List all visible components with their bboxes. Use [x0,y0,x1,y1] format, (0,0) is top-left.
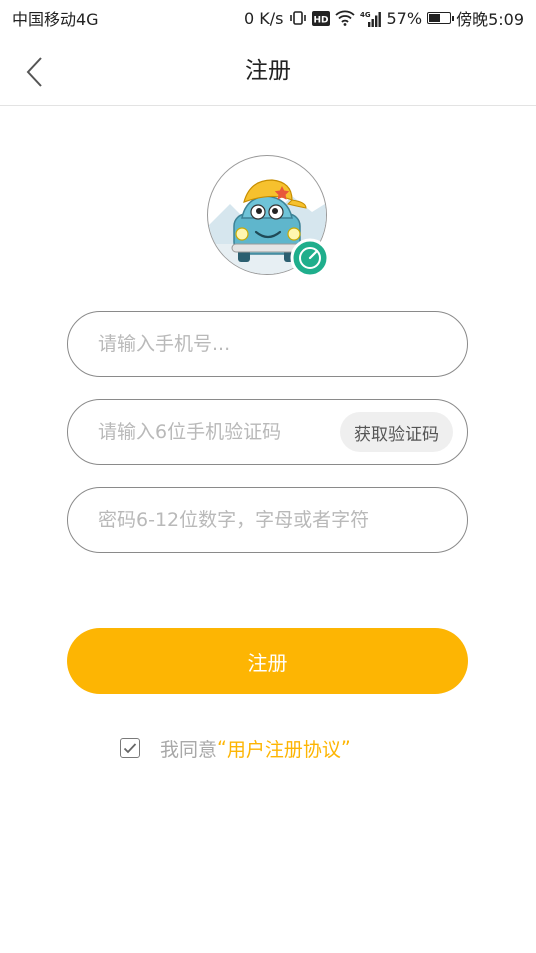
get-code-button[interactable]: 获取验证码 [340,412,453,452]
verification-code-field[interactable]: 获取验证码 [67,399,468,465]
password-input[interactable] [68,488,467,552]
vibrate-icon [289,10,307,26]
agreement-checkbox[interactable] [120,738,140,758]
back-button[interactable] [14,52,54,92]
status-icons: 0 K/s HD 4G 57% 傍晚5:09 [244,6,524,30]
password-field[interactable] [67,487,468,553]
agreement-close-quote: ” [340,737,351,759]
camera-badge-icon[interactable] [290,238,330,278]
page-title: 注册 [245,58,291,84]
wifi-icon [334,10,355,26]
checkmark-icon [123,743,137,754]
hd-icon: HD [311,10,330,26]
agreement-prefix: 我同意 [160,738,218,761]
battery-level-fill [429,14,440,22]
phone-input[interactable] [68,312,467,376]
chevron-left-icon [26,57,42,87]
svg-text:4G: 4G [360,11,371,19]
cellular-signal-icon: 4G [360,10,382,27]
network-speed: 0 K/s [244,8,284,28]
battery-percent: 57% [386,8,423,28]
battery-icon [427,12,455,24]
verification-code-input[interactable] [68,400,340,464]
phone-field[interactable] [67,311,468,377]
svg-text:HD: HD [313,15,328,25]
navigation-bar: 注册 [0,36,536,106]
agreement-link[interactable]: 用户注册协议 [227,735,341,762]
register-button[interactable]: 注册 [67,628,468,694]
carrier-label: 中国移动4G [12,10,99,29]
clock: 傍晚5:09 [456,10,524,29]
agreement-open-quote: “ [217,737,227,759]
agreement-row: 我同意 “用户注册协议” [120,734,351,762]
status-bar: 中国移动4G 0 K/s HD 4G 57% 傍晚5:09 [0,0,536,36]
